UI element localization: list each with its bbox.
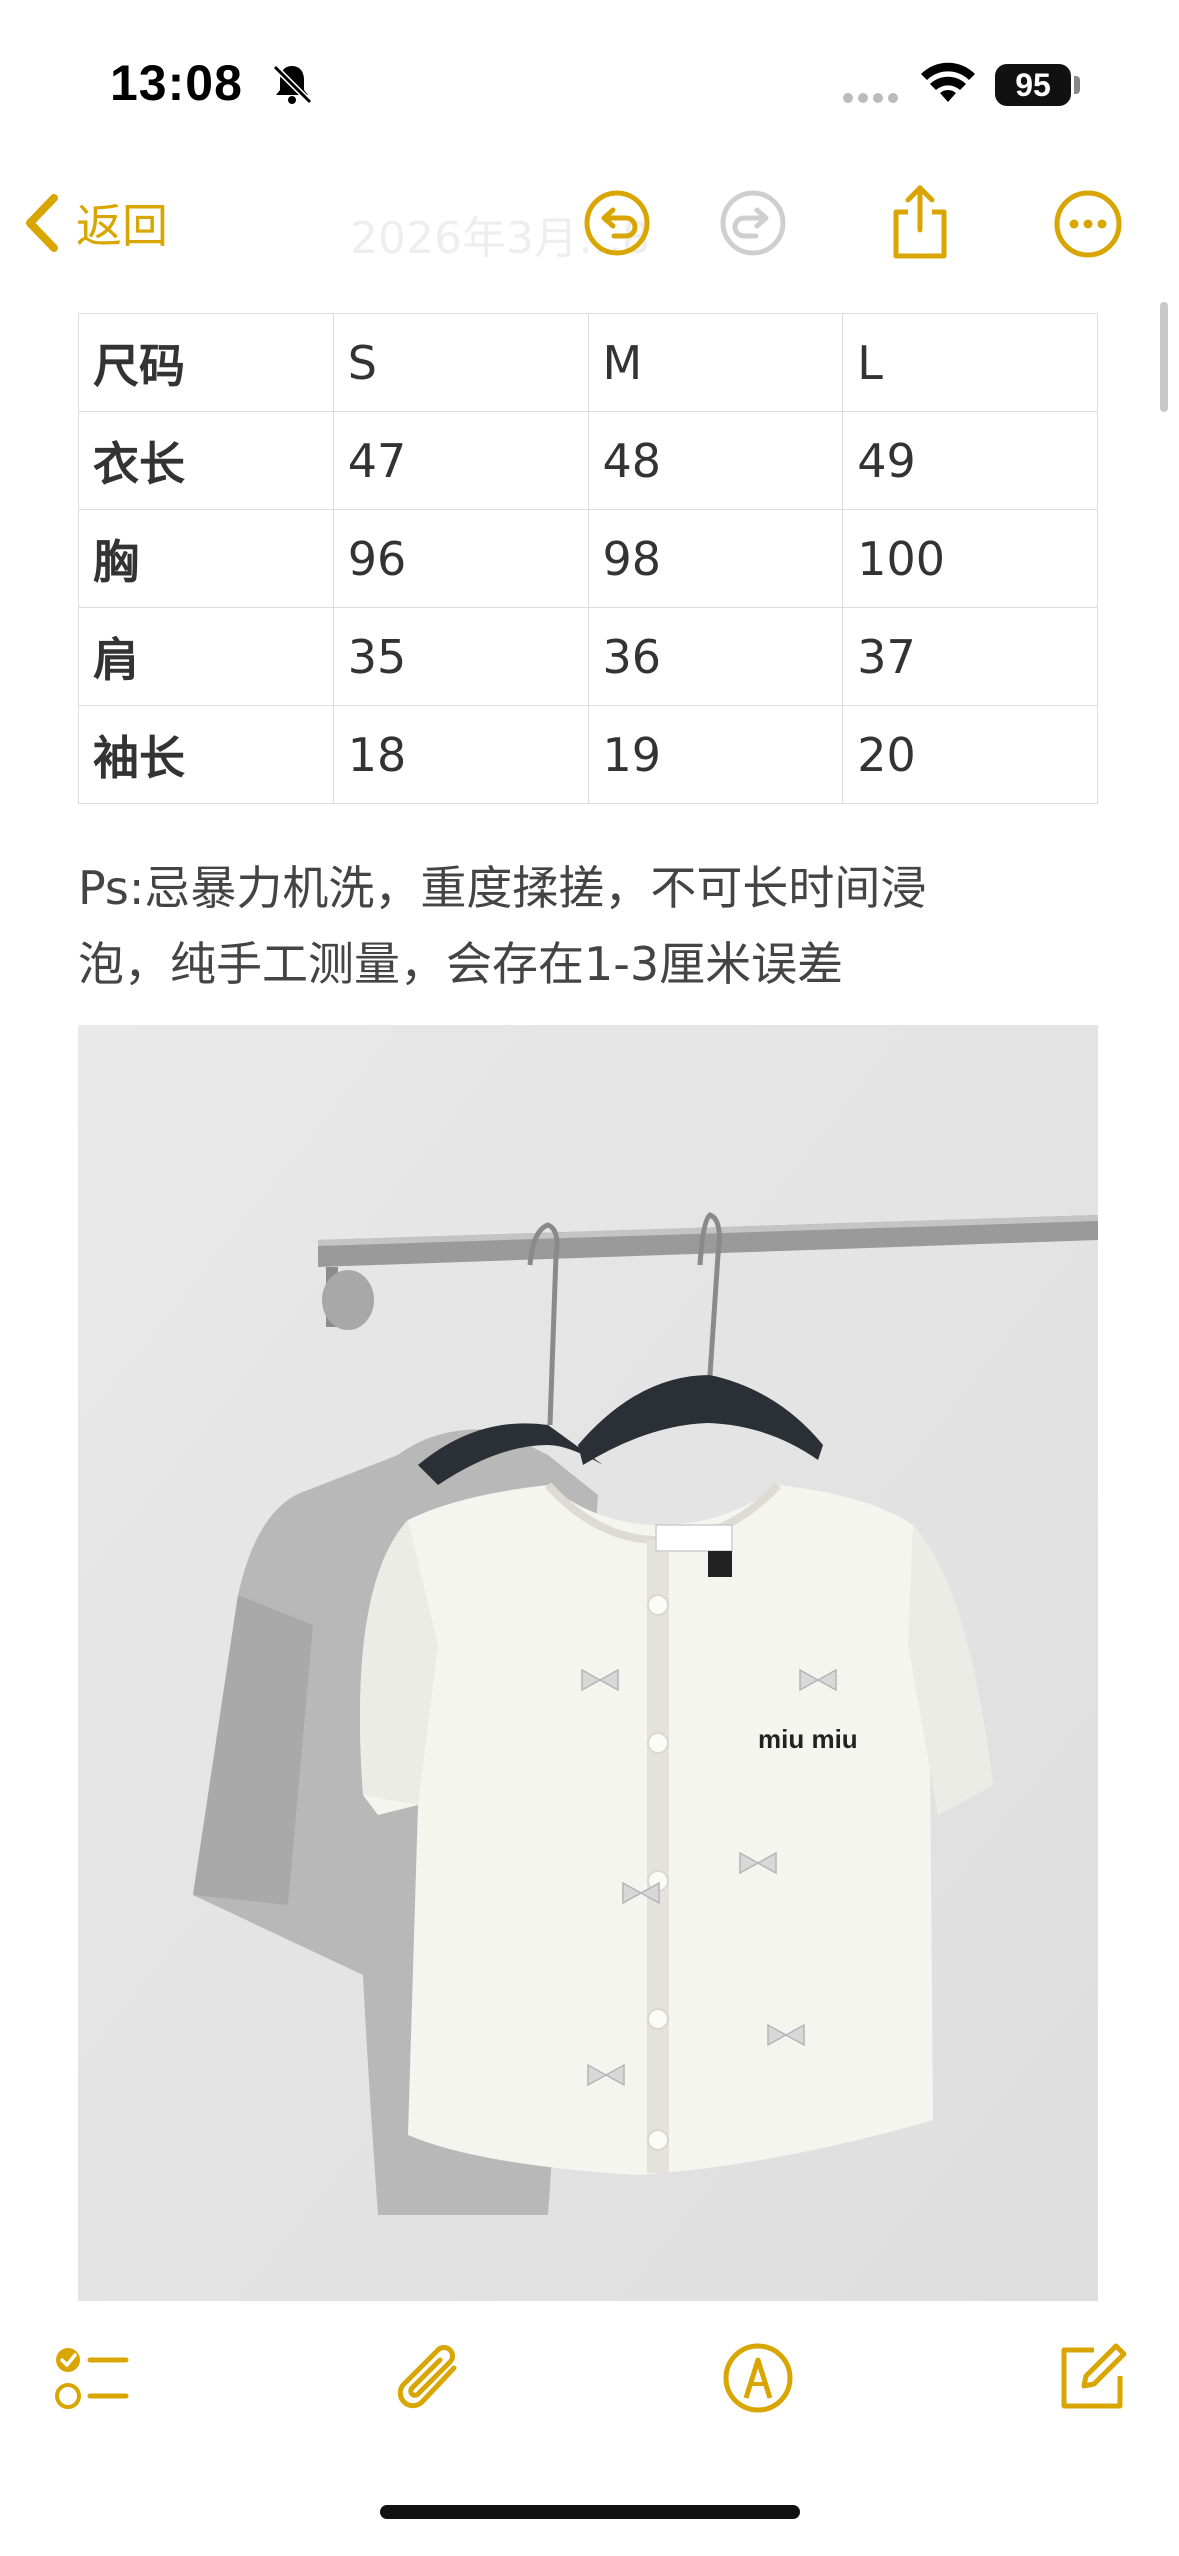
table-cell: 96	[332, 509, 589, 608]
table-cell: 袖长	[78, 705, 334, 804]
bell-slash-icon	[272, 64, 313, 105]
table-row: 尺码 S M L	[78, 313, 1098, 412]
more-icon[interactable]	[1052, 188, 1124, 260]
table-row: 胸 96 98 100	[78, 509, 1098, 608]
back-label: 返回	[76, 199, 168, 253]
nav-bar: 返回 2026年3月…8	[0, 170, 1179, 290]
table-cell: S	[332, 313, 589, 412]
bottom-toolbar	[0, 2320, 1179, 2450]
table-cell: 尺码	[78, 313, 334, 412]
product-photo-image: miu miu	[78, 1025, 1098, 2301]
table-row: 肩 35 36 37	[78, 607, 1098, 706]
back-button[interactable]: 返回	[22, 190, 168, 256]
table-cell: 18	[332, 705, 589, 804]
note-line: Ps:忌暴力机洗，重度揉搓，不可长时间浸	[78, 861, 927, 915]
redo-icon[interactable]	[718, 188, 788, 258]
note-text[interactable]: Ps:忌暴力机洗，重度揉搓，不可长时间浸 泡，纯手工测量，会存在1-3厘米误差	[78, 850, 1098, 1002]
table-cell: 19	[587, 705, 844, 804]
compose-icon[interactable]	[1054, 2340, 1130, 2416]
table-cell: 48	[587, 411, 844, 510]
table-cell: 胸	[78, 509, 334, 608]
table-cell: 100	[842, 509, 1098, 608]
table-row: 袖长 18 19 20	[78, 705, 1098, 804]
table-cell: M	[587, 313, 844, 412]
home-indicator[interactable]	[380, 2505, 800, 2519]
status-bar: 13:08 95	[0, 0, 1179, 170]
table-cell: 35	[332, 607, 589, 706]
battery-nub	[1074, 76, 1080, 94]
size-table: 尺码 S M L 衣长 47 48 49 胸 96 98 100 肩 35 36…	[78, 313, 1098, 804]
note-line: 泡，纯手工测量，会存在1-3厘米误差	[78, 937, 844, 991]
table-cell: 37	[842, 607, 1098, 706]
table-cell: L	[842, 313, 1098, 412]
logo-text: miu miu	[758, 1724, 858, 1754]
undo-icon[interactable]	[582, 188, 652, 258]
table-cell: 49	[842, 411, 1098, 510]
table-cell: 98	[587, 509, 844, 608]
scrollbar[interactable]	[1160, 302, 1168, 412]
battery-icon: 95	[995, 64, 1071, 106]
signal-dots-icon	[843, 93, 898, 103]
table-cell: 20	[842, 705, 1098, 804]
product-photo[interactable]: miu miu	[78, 1025, 1098, 2301]
wifi-icon	[921, 62, 975, 102]
table-cell: 36	[587, 607, 844, 706]
table-cell: 肩	[78, 607, 334, 706]
paperclip-icon[interactable]	[392, 2340, 468, 2420]
share-icon[interactable]	[888, 182, 952, 262]
checklist-icon[interactable]	[52, 2340, 132, 2420]
markup-icon[interactable]	[720, 2340, 796, 2416]
table-cell: 衣长	[78, 411, 334, 510]
chevron-left-icon	[26, 194, 58, 252]
table-cell: 47	[332, 411, 589, 510]
table-row: 衣长 47 48 49	[78, 411, 1098, 510]
status-time: 13:08	[110, 55, 243, 111]
